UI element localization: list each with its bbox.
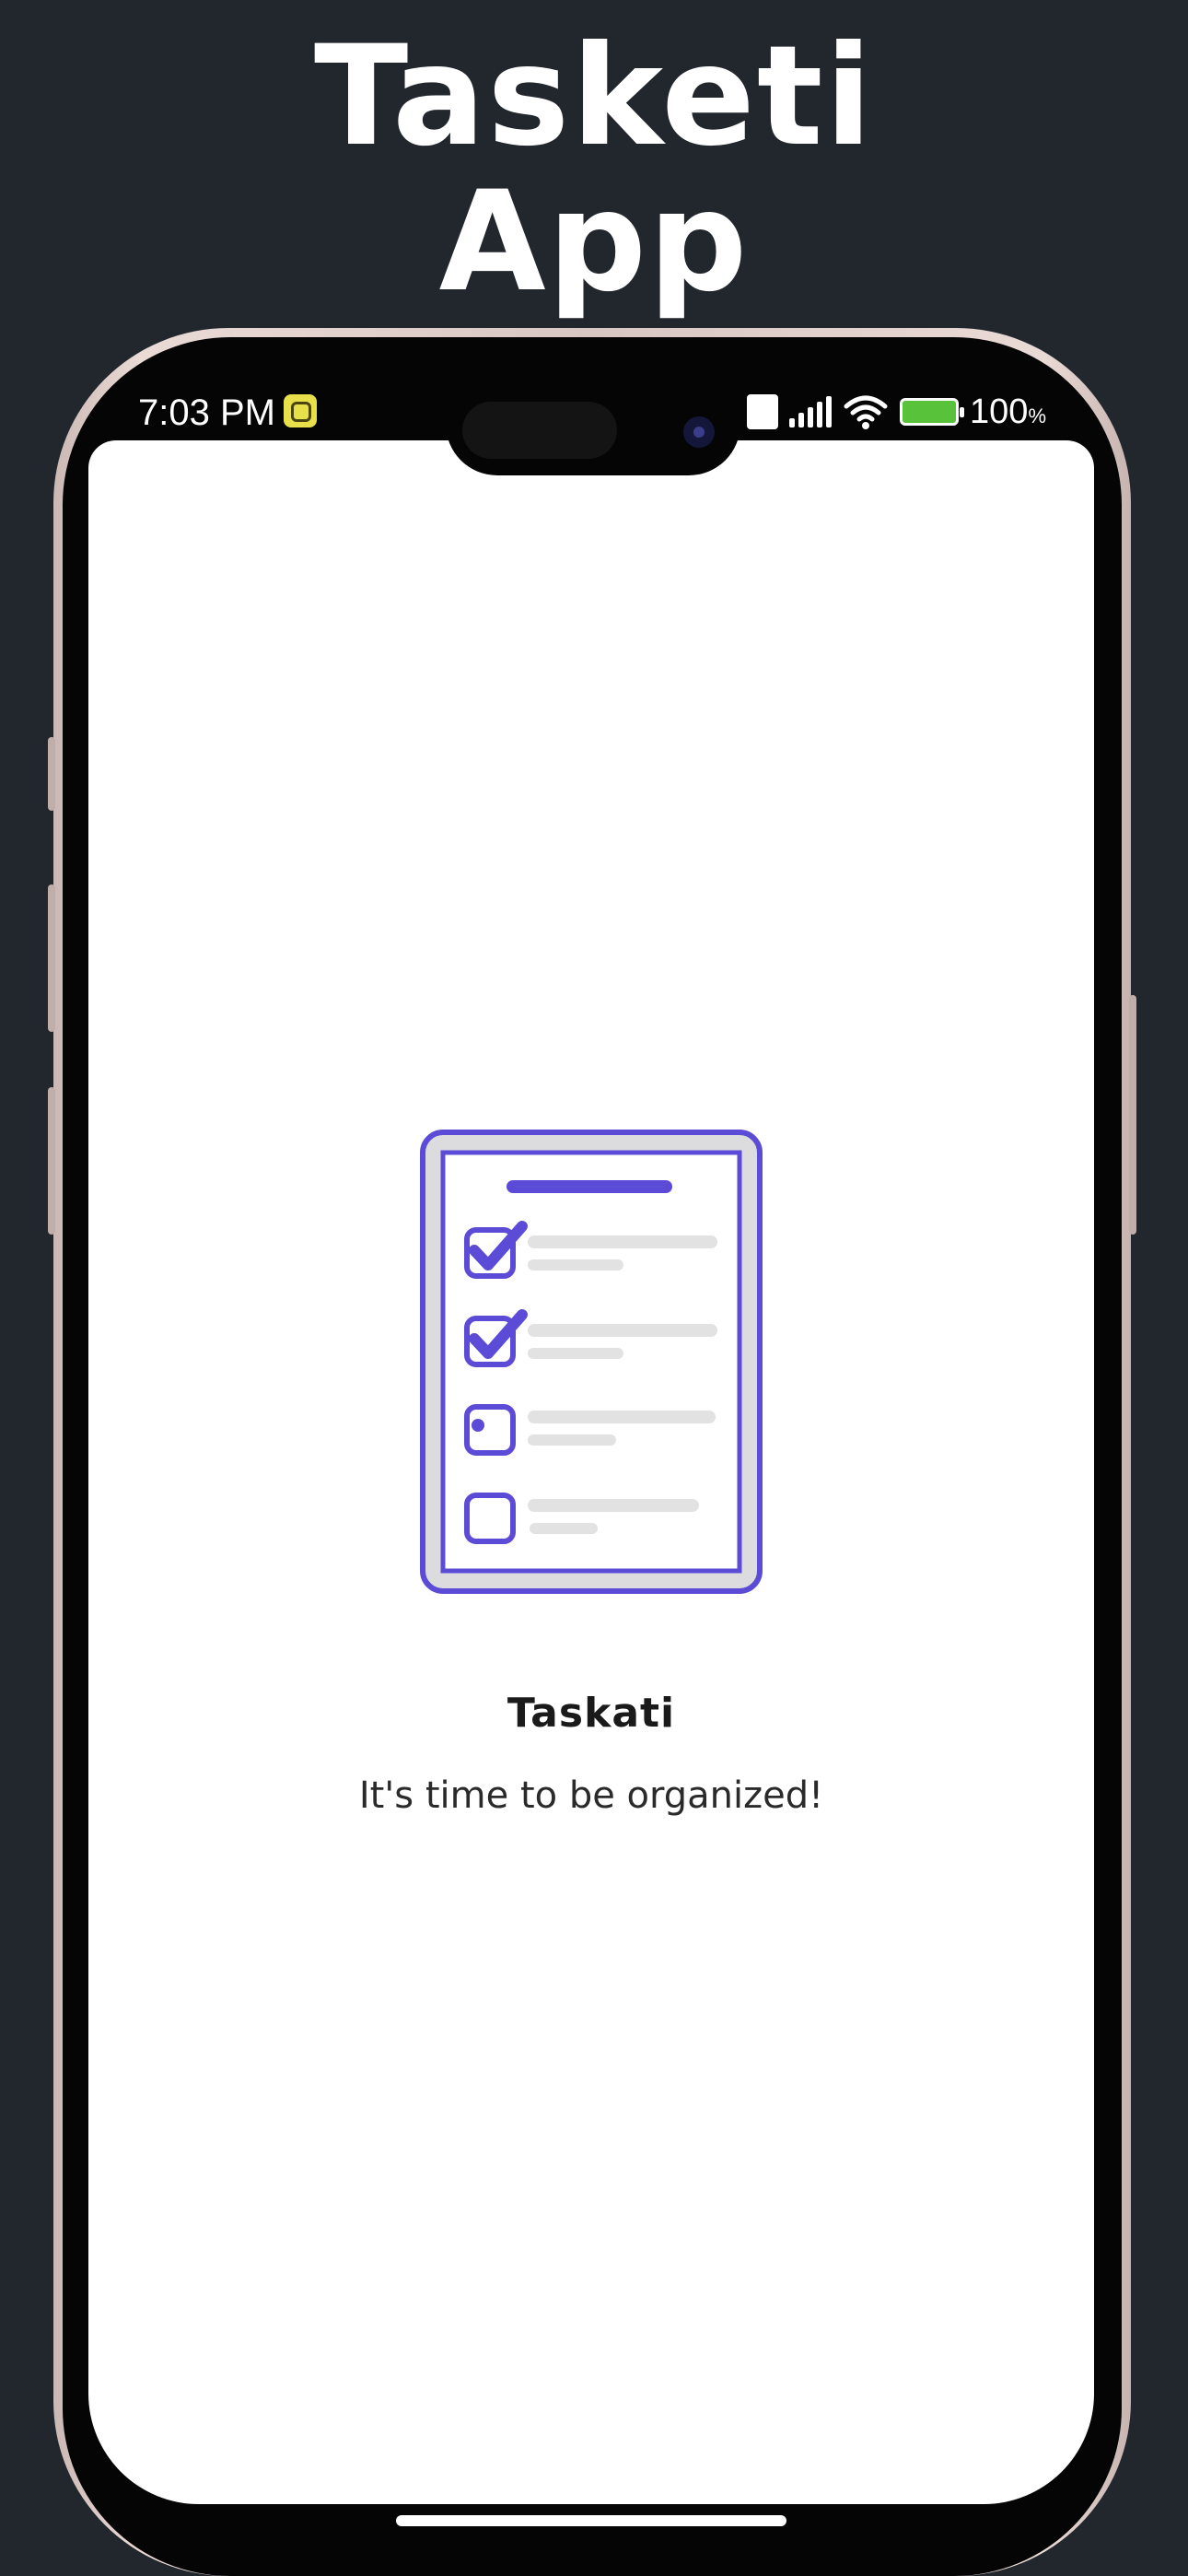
wifi-icon <box>844 395 888 429</box>
phone-volume-down-button <box>48 1087 55 1235</box>
notification-icon <box>284 394 317 427</box>
phone-volume-up-button <box>48 884 55 1032</box>
checklist-clipboard-icon <box>420 1130 763 1594</box>
phone-power-button <box>1129 995 1136 1235</box>
battery-charging-icon <box>900 398 965 426</box>
status-icons: 100% <box>747 389 1046 435</box>
app-tagline: It's time to be organized! <box>358 1774 824 1817</box>
app-title: Taskati <box>507 1690 676 1737</box>
phone-side-button <box>48 737 55 811</box>
status-time: 7:03 PM <box>138 392 275 433</box>
headline-line-1: Tasketi <box>313 17 875 177</box>
promo-headline: Tasketi App <box>0 24 1188 315</box>
home-indicator[interactable] <box>396 2515 786 2526</box>
headline-line-2: App <box>438 162 750 322</box>
battery-level: 100% <box>970 392 1046 431</box>
signal-icon <box>789 396 833 427</box>
page: Tasketi App 7:03 PM 100% Taskati It's ti… <box>0 0 1188 2576</box>
volte-icon <box>747 394 779 429</box>
status-bar: 7:03 PM 100% <box>53 359 1131 461</box>
